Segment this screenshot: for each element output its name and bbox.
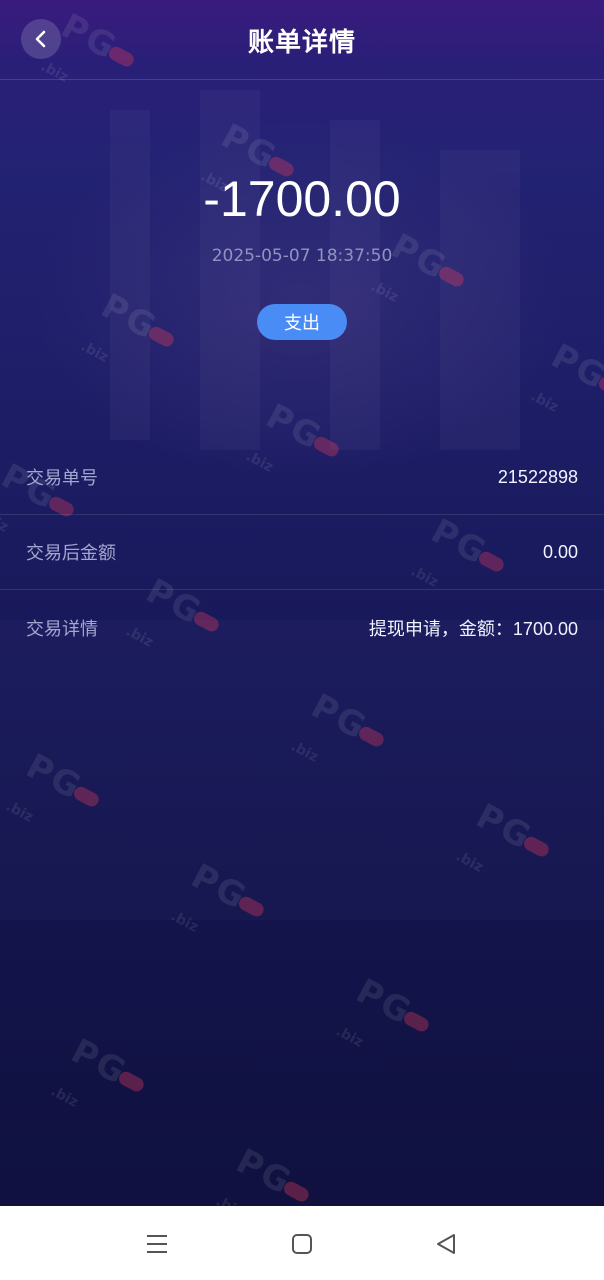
detail-row-order-number: 交易单号 21522898	[0, 440, 604, 515]
transaction-amount: -1700.00	[203, 171, 401, 227]
watermark: PG.biz	[526, 336, 604, 444]
home-square-icon	[292, 1234, 312, 1254]
menu-icon	[147, 1235, 167, 1253]
transaction-type-badge: 支出	[257, 304, 347, 340]
detail-label: 交易后金额	[26, 543, 116, 564]
detail-row-balance-after: 交易后金额 0.00	[0, 515, 604, 590]
nav-home-button[interactable]	[288, 1230, 316, 1258]
top-bar: 账单详情	[0, 0, 604, 80]
system-nav-bar	[0, 1206, 604, 1280]
transaction-datetime: 2025-05-07 18:37:50	[211, 246, 393, 266]
detail-row-description: 交易详情 提现申请，金额：1700.00	[0, 590, 604, 665]
watermark: PG.biz	[331, 971, 438, 1079]
nav-menu-button[interactable]	[143, 1230, 171, 1258]
back-triangle-icon	[437, 1234, 455, 1254]
detail-label: 交易单号	[26, 468, 98, 489]
detail-value: 0.00	[542, 541, 578, 562]
nav-back-button[interactable]	[432, 1230, 460, 1258]
page-title: 账单详情	[247, 28, 356, 58]
watermark: PG.biz	[211, 1141, 318, 1206]
watermark: PG.biz	[76, 286, 183, 394]
detail-value: 提现申请，金额：1700.00	[368, 618, 578, 639]
detail-label: 交易详情	[26, 618, 98, 640]
detail-value: 21522898	[497, 466, 578, 487]
watermark: PG.biz	[46, 1031, 153, 1139]
